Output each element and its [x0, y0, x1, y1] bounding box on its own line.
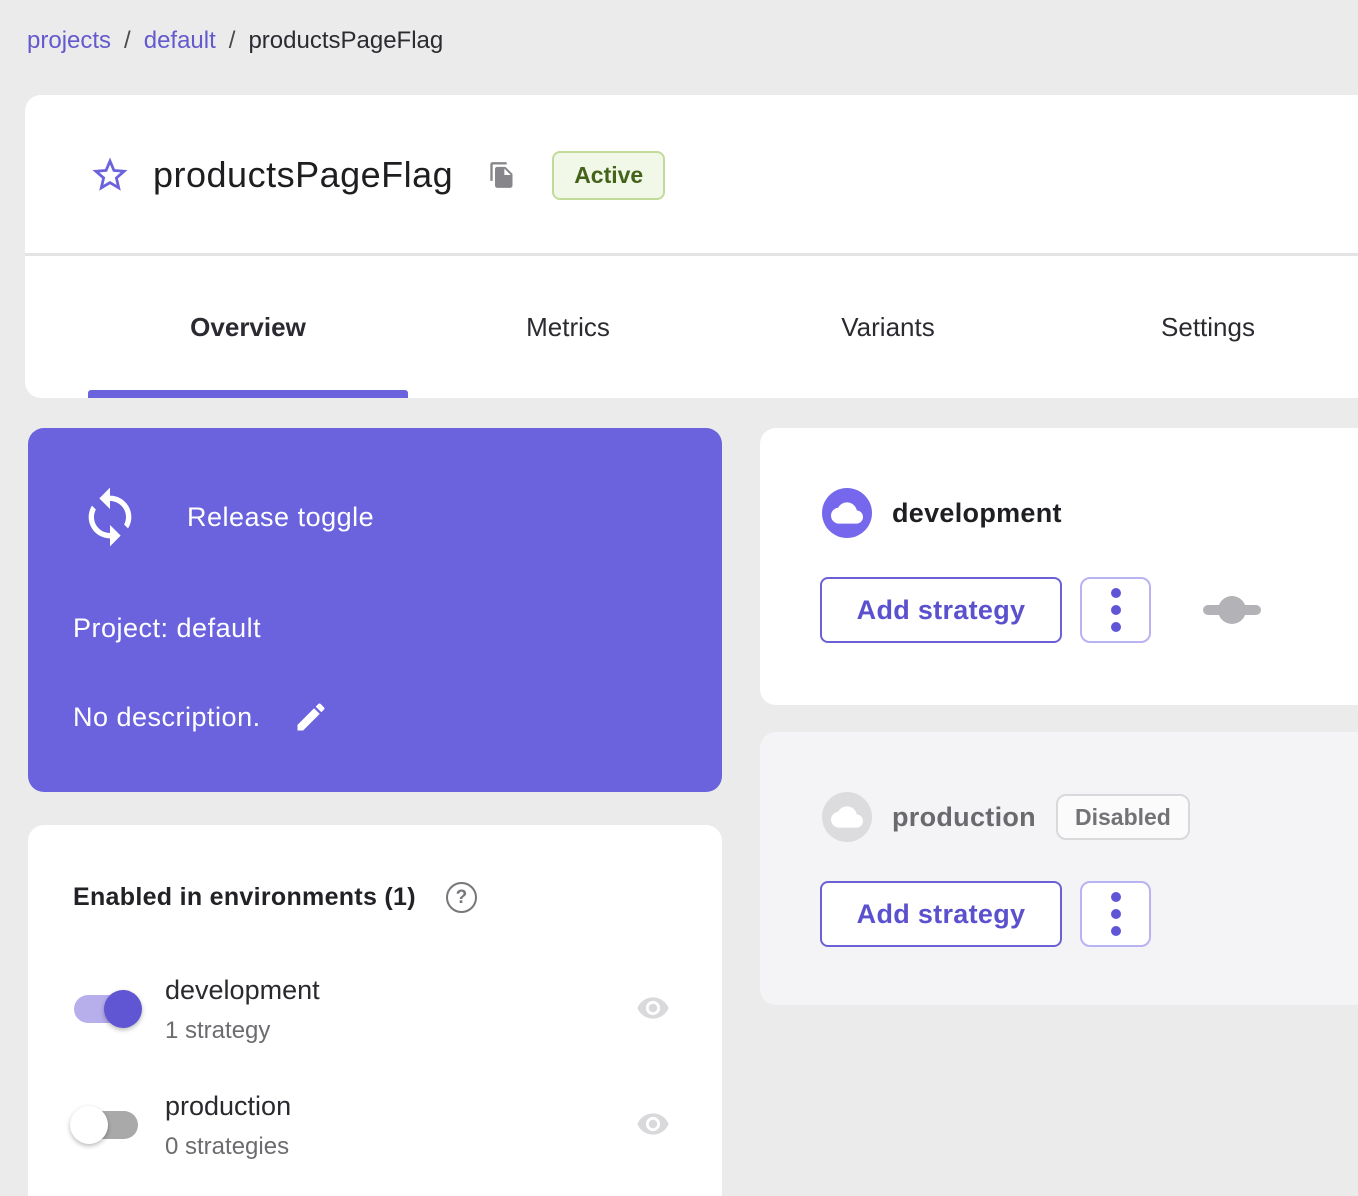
toggle-thumb — [104, 990, 142, 1028]
pencil-icon — [293, 699, 329, 735]
description-row: No description. — [73, 699, 329, 735]
environment-panel-production: production Disabled Add strategy — [760, 732, 1358, 1005]
flag-title-row: productsPageFlag Active — [25, 95, 1358, 255]
enabled-environments-card: Enabled in environments (1) ? developmen… — [28, 825, 722, 1196]
tab-overview[interactable]: Overview — [88, 256, 408, 398]
star-icon — [89, 154, 131, 196]
breadcrumb-current-flag: productsPageFlag — [248, 27, 443, 55]
strategy-count: 1 strategy — [165, 1017, 270, 1045]
environment-name: production — [165, 1091, 291, 1122]
environment-name: development — [165, 975, 320, 1006]
visibility-button[interactable] — [632, 1107, 674, 1141]
toggle-type-label: Release toggle — [187, 502, 374, 533]
kebab-icon — [1111, 892, 1121, 902]
copy-icon — [488, 161, 516, 189]
add-strategy-button[interactable]: Add strategy — [820, 881, 1062, 947]
breadcrumb-projects[interactable]: projects — [27, 27, 111, 55]
breadcrumb-separator: / — [229, 27, 236, 55]
favorite-button[interactable] — [88, 153, 132, 197]
eye-icon — [632, 1107, 674, 1141]
more-actions-button[interactable] — [1080, 577, 1151, 643]
tab-metrics[interactable]: Metrics — [408, 256, 728, 398]
tab-bar: Overview Metrics Variants Settings — [88, 256, 1358, 398]
eye-icon — [632, 991, 674, 1025]
description-text: No description. — [73, 702, 261, 733]
tab-variants-label: Variants — [841, 312, 934, 343]
copy-name-button[interactable] — [488, 161, 516, 189]
tab-settings-label: Settings — [1161, 312, 1255, 343]
tab-settings[interactable]: Settings — [1048, 256, 1358, 398]
page-title: productsPageFlag — [153, 154, 453, 196]
active-tab-indicator — [88, 390, 408, 398]
project-label: Project: default — [73, 613, 261, 644]
environment-avatar — [822, 792, 872, 842]
more-actions-button[interactable] — [1080, 881, 1151, 947]
panel-environment-name: development — [892, 498, 1062, 529]
breadcrumb: projects / default / productsPageFlag — [27, 27, 443, 55]
visibility-button[interactable] — [632, 991, 674, 1025]
kebab-icon — [1111, 588, 1121, 598]
release-toggle-card: Release toggle Project: default No descr… — [28, 428, 722, 792]
tab-overview-label: Overview — [190, 312, 306, 343]
breadcrumb-separator: / — [124, 27, 131, 55]
enabled-environments-title: Enabled in environments (1) — [73, 883, 416, 912]
toggle-thumb — [70, 1106, 108, 1144]
help-icon[interactable]: ? — [446, 882, 477, 913]
loop-icon — [78, 485, 142, 549]
disabled-badge: Disabled — [1056, 794, 1190, 840]
production-toggle[interactable] — [74, 1111, 138, 1139]
environment-panel-development: development Add strategy — [760, 428, 1358, 705]
add-strategy-button[interactable]: Add strategy — [820, 577, 1062, 643]
development-toggle[interactable] — [74, 995, 138, 1023]
status-badge: Active — [552, 151, 665, 200]
panel-environment-name: production — [892, 802, 1036, 833]
breadcrumb-default[interactable]: default — [144, 27, 216, 55]
tab-metrics-label: Metrics — [526, 312, 610, 343]
strategy-slider-icon[interactable] — [1203, 595, 1261, 625]
cloud-icon — [831, 801, 863, 833]
tab-variants[interactable]: Variants — [728, 256, 1048, 398]
edit-description-button[interactable] — [293, 699, 329, 735]
strategy-count: 0 strategies — [165, 1133, 289, 1161]
release-toggle-header: Release toggle — [78, 485, 374, 549]
environment-avatar — [822, 488, 872, 538]
flag-header-card: productsPageFlag Active Overview Metrics… — [25, 95, 1358, 398]
cloud-icon — [831, 497, 863, 529]
